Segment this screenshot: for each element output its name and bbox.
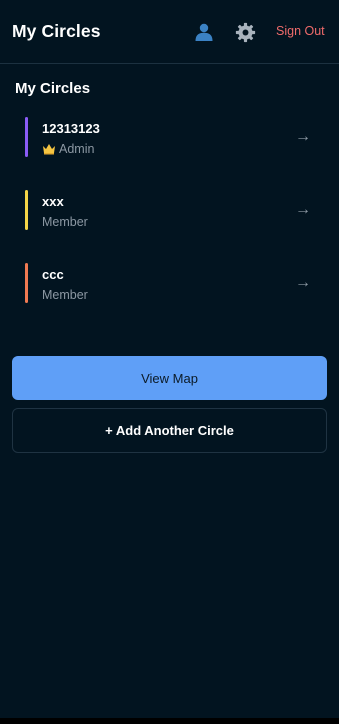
profile-button[interactable]	[193, 20, 215, 44]
crown-icon	[43, 144, 55, 155]
settings-button[interactable]	[234, 20, 256, 44]
bottom-edge	[0, 718, 339, 724]
circle-item[interactable]: xxx Member →	[25, 190, 323, 232]
app-header: My Circles Sign Out	[0, 0, 339, 64]
user-icon	[195, 23, 213, 41]
circle-item[interactable]: 12313123 Admin →	[25, 117, 323, 159]
view-map-button[interactable]: View Map	[12, 356, 327, 400]
circle-role-label: Admin	[59, 142, 95, 156]
circle-role-label: Member	[42, 215, 88, 229]
circle-role: Member	[42, 288, 88, 302]
circle-name: ccc	[42, 267, 64, 282]
circle-role: Admin	[42, 142, 94, 156]
circle-name: 12313123	[42, 121, 100, 136]
circle-name: xxx	[42, 194, 64, 209]
circle-item[interactable]: ccc Member →	[25, 263, 323, 305]
gear-icon	[235, 22, 255, 42]
add-circle-button[interactable]: + Add Another Circle	[12, 408, 327, 453]
circle-role: Member	[42, 215, 88, 229]
arrow-right-icon: →	[295, 274, 311, 291]
circle-role-label: Member	[42, 288, 88, 302]
circle-color-bar	[25, 263, 28, 303]
circle-color-bar	[25, 190, 28, 230]
app-title: My Circles	[12, 21, 101, 41]
app-screen: My Circles Sign Out My Circles 12313123 …	[0, 0, 339, 724]
sign-out-button[interactable]: Sign Out	[276, 24, 325, 38]
section-title: My Circles	[15, 80, 91, 97]
arrow-right-icon: →	[295, 201, 311, 218]
arrow-right-icon: →	[295, 128, 311, 145]
circle-color-bar	[25, 117, 28, 157]
